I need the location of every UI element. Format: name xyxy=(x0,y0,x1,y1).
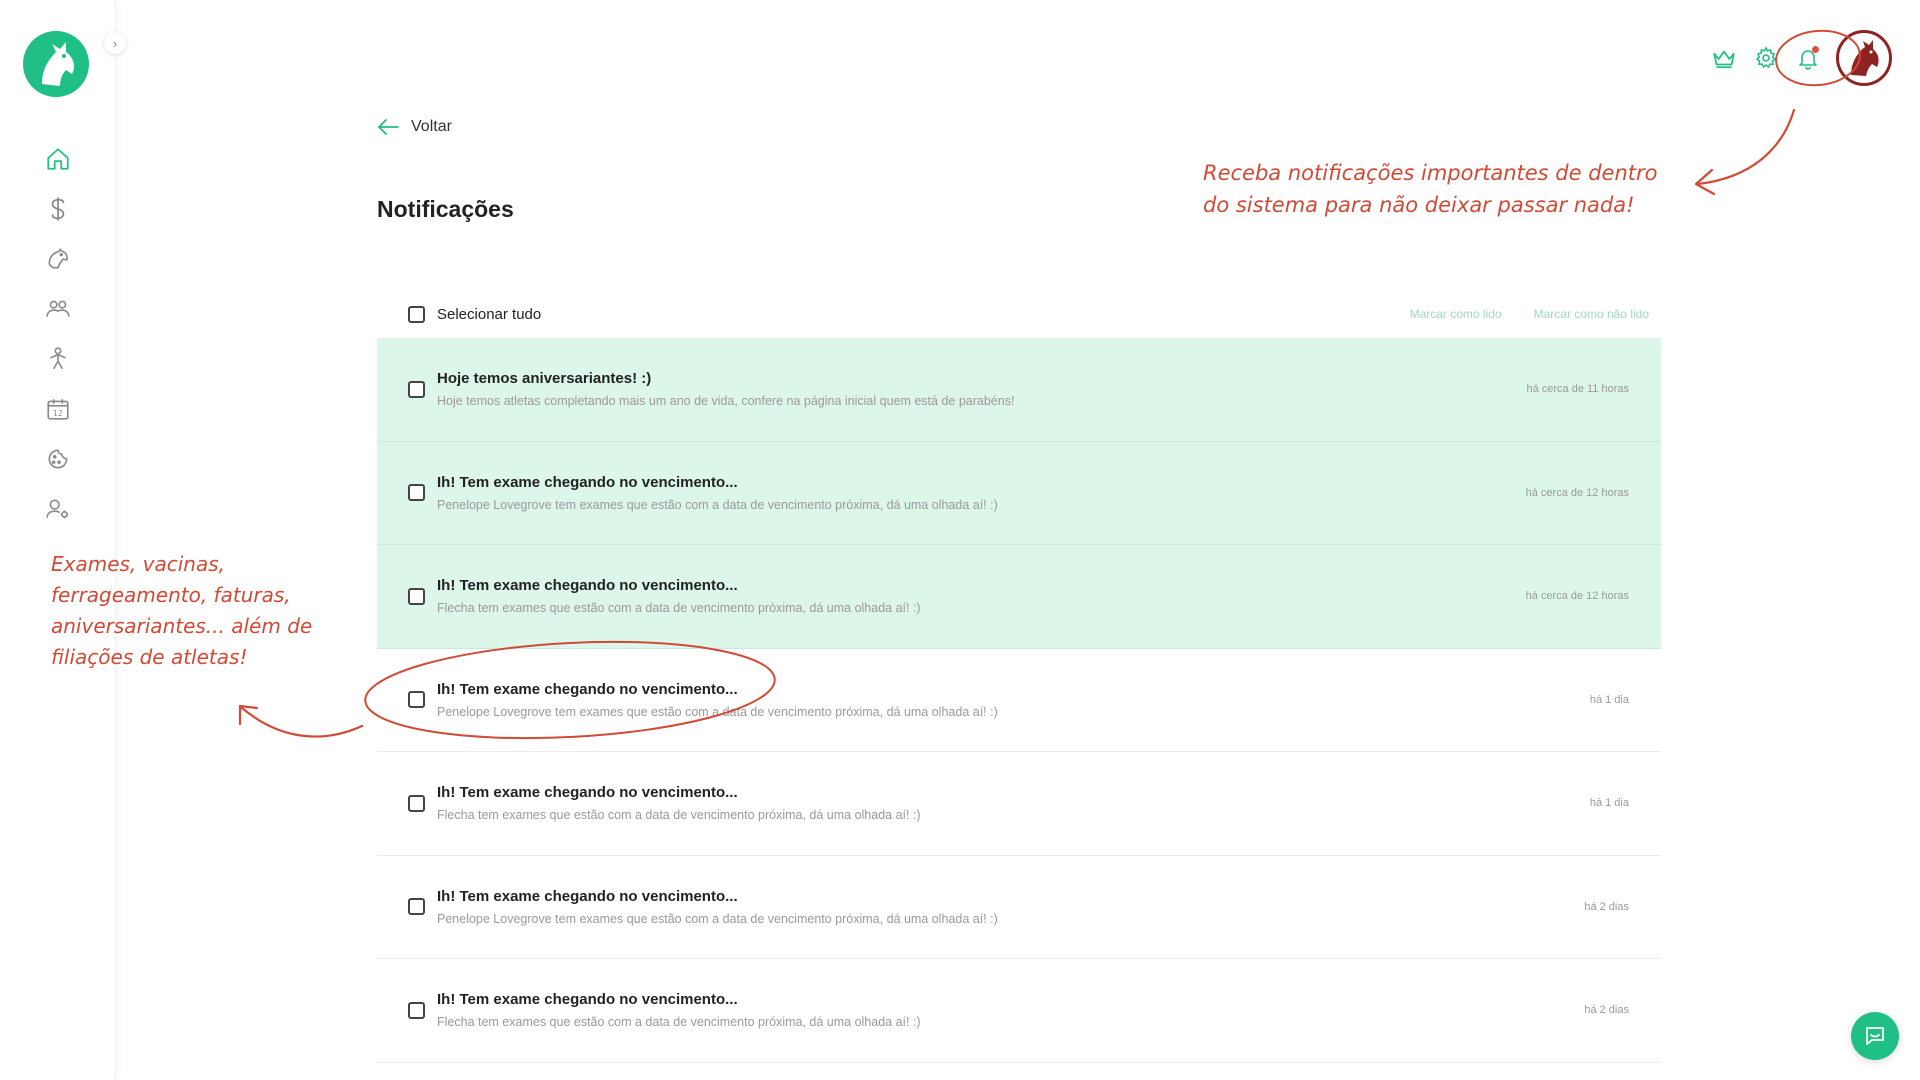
row-checkbox[interactable] xyxy=(408,691,425,709)
annotation-line: do sistema para não deixar passar nada! xyxy=(1203,192,1635,217)
sidebar-item-nutrition[interactable] xyxy=(0,434,116,484)
notification-content: Ih! Tem exame chegando no vencimento... … xyxy=(437,577,1526,615)
select-all-checkbox[interactable] xyxy=(408,305,425,323)
notification-title: Ih! Tem exame chegando no vencimento... xyxy=(437,680,738,698)
annotation-line: aniversariantes... além de xyxy=(51,614,313,638)
page-title: Notificações xyxy=(377,196,514,222)
chat-button[interactable] xyxy=(1851,1012,1899,1060)
row-checkbox[interactable] xyxy=(408,587,425,605)
notification-time: há 1 dia xyxy=(1589,693,1629,706)
notification-description: Penelope Lovegrove tem exames que estão … xyxy=(437,911,998,926)
crown-icon[interactable] xyxy=(1710,44,1738,72)
notification-row[interactable]: Hoje temos aniversariantes! :) Hoje temo… xyxy=(377,338,1661,442)
row-checkbox[interactable] xyxy=(408,484,425,502)
row-checkbox[interactable] xyxy=(408,380,425,398)
notification-row[interactable]: Ih! Tem exame chegando no vencimento... … xyxy=(377,649,1661,752)
notification-title: Ih! Tem exame chegando no vencimento... xyxy=(437,473,738,491)
horse-head-icon xyxy=(48,248,68,269)
row-checkbox[interactable] xyxy=(408,1001,425,1019)
sidebar-item-user-settings[interactable] xyxy=(0,484,116,534)
notification-description: Flecha tem exames que estão com a data d… xyxy=(437,601,921,616)
mark-as-read-button[interactable]: Marcar como lido xyxy=(1410,307,1502,321)
calendar-icon: 12 xyxy=(47,399,69,420)
annotation-notifications: Receba notificações importantes de dentr… xyxy=(1203,158,1683,221)
bell-icon[interactable] xyxy=(1794,44,1822,72)
annotation-arrow-left xyxy=(240,706,364,738)
notification-content: Ih! Tem exame chegando no vencimento... … xyxy=(437,681,1590,719)
back-link[interactable]: Voltar xyxy=(377,118,452,136)
select-all-label: Selecionar tudo xyxy=(437,305,542,323)
notification-title: Ih! Tem exame chegando no vencimento... xyxy=(437,577,738,595)
user-gear-icon xyxy=(46,499,69,519)
notification-time: há cerca de 12 horas xyxy=(1525,590,1629,603)
notification-title: Ih! Tem exame chegando no vencimento... xyxy=(437,991,738,1009)
notification-description: Hoje temos atletas completando mais um a… xyxy=(437,394,1015,409)
notification-description: Penelope Lovegrove tem exames que estão … xyxy=(437,704,998,719)
notification-time: há 2 dias xyxy=(1584,900,1629,913)
notification-content: Ih! Tem exame chegando no vencimento... … xyxy=(437,474,1526,512)
notification-time: há cerca de 11 horas xyxy=(1526,383,1629,396)
row-checkbox[interactable] xyxy=(408,794,425,812)
notification-content: Ih! Tem exame chegando no vencimento... … xyxy=(437,991,1584,1029)
notification-content: Hoje temos aniversariantes! :) Hoje temo… xyxy=(437,370,1526,408)
notification-row[interactable]: Ih! Tem exame chegando no vencimento... … xyxy=(377,441,1661,545)
notification-description: Penelope Lovegrove tem exames que estão … xyxy=(437,497,998,512)
horse-logo[interactable] xyxy=(22,30,90,98)
topbar xyxy=(1710,28,1892,88)
header-actions: Marcar como lido Marcar como não lido xyxy=(1410,307,1649,321)
sidebar-item-calendar[interactable]: 12 xyxy=(0,384,116,434)
notification-row[interactable]: Ih! Tem exame chegando no vencimento... … xyxy=(377,856,1661,959)
avatar[interactable] xyxy=(1836,30,1892,86)
sidebar-nav: 12 xyxy=(0,134,116,534)
notification-time: há cerca de 12 horas xyxy=(1525,486,1629,499)
mark-as-unread-button[interactable]: Marcar como não lido xyxy=(1534,307,1649,321)
chat-icon xyxy=(1866,1027,1884,1045)
notification-description: Flecha tem exames que estão com a data d… xyxy=(437,1015,921,1030)
dollar-icon xyxy=(51,197,65,221)
users-icon xyxy=(46,300,70,317)
notification-title: Ih! Tem exame chegando no vencimento... xyxy=(437,784,738,802)
list-header: Selecionar tudo Marcar como lido Marcar … xyxy=(377,290,1661,338)
sidebar-item-home[interactable] xyxy=(0,134,116,184)
annotation-line: Exames, vacinas, xyxy=(51,552,226,576)
gear-icon[interactable] xyxy=(1752,44,1780,72)
notification-title: Ih! Tem exame chegando no vencimento... xyxy=(437,887,738,905)
notification-content: Ih! Tem exame chegando no vencimento... … xyxy=(437,784,1590,822)
svg-text:12: 12 xyxy=(53,409,63,418)
sidebar-item-athletes[interactable] xyxy=(0,334,116,384)
notification-row[interactable]: Ih! Tem exame chegando no vencimento... … xyxy=(377,545,1661,649)
notification-title: Hoje temos aniversariantes! :) xyxy=(437,370,652,388)
arrow-left-icon xyxy=(378,119,399,135)
athlete-icon xyxy=(50,347,66,370)
notification-time: há 1 dia xyxy=(1589,797,1629,810)
annotation-line: filiações de atletas! xyxy=(51,645,248,669)
notification-list: Selecionar tudo Marcar como lido Marcar … xyxy=(377,290,1661,1063)
notification-row[interactable]: Ih! Tem exame chegando no vencimento... … xyxy=(377,959,1661,1063)
cookie-icon xyxy=(48,449,68,469)
sidebar: › 12 xyxy=(0,0,126,1080)
annotation-line: ferrageamento, faturas, xyxy=(51,583,291,607)
notification-content: Ih! Tem exame chegando no vencimento... … xyxy=(437,888,1584,926)
annotation-arrow-top xyxy=(1696,108,1796,186)
sidebar-item-animals[interactable] xyxy=(0,234,116,284)
annotation-arrowhead-left xyxy=(238,704,259,726)
sidebar-item-people[interactable] xyxy=(0,284,116,334)
back-label: Voltar xyxy=(411,118,452,135)
notification-time: há 2 dias xyxy=(1584,1004,1629,1017)
sidebar-item-finance[interactable] xyxy=(0,184,116,234)
chevron-right-icon[interactable]: › xyxy=(104,32,126,54)
notification-description: Flecha tem exames que estão com a data d… xyxy=(437,808,921,823)
annotation-line: Receba notificações importantes de dentr… xyxy=(1203,161,1658,185)
annotation-arrowhead-top xyxy=(1694,168,1716,196)
notification-row[interactable]: Ih! Tem exame chegando no vencimento... … xyxy=(377,752,1661,856)
home-icon xyxy=(47,148,69,170)
row-checkbox[interactable] xyxy=(408,898,425,916)
annotation-types: Exames, vacinas, ferrageamento, faturas,… xyxy=(51,549,351,673)
notification-dot xyxy=(1812,46,1819,53)
